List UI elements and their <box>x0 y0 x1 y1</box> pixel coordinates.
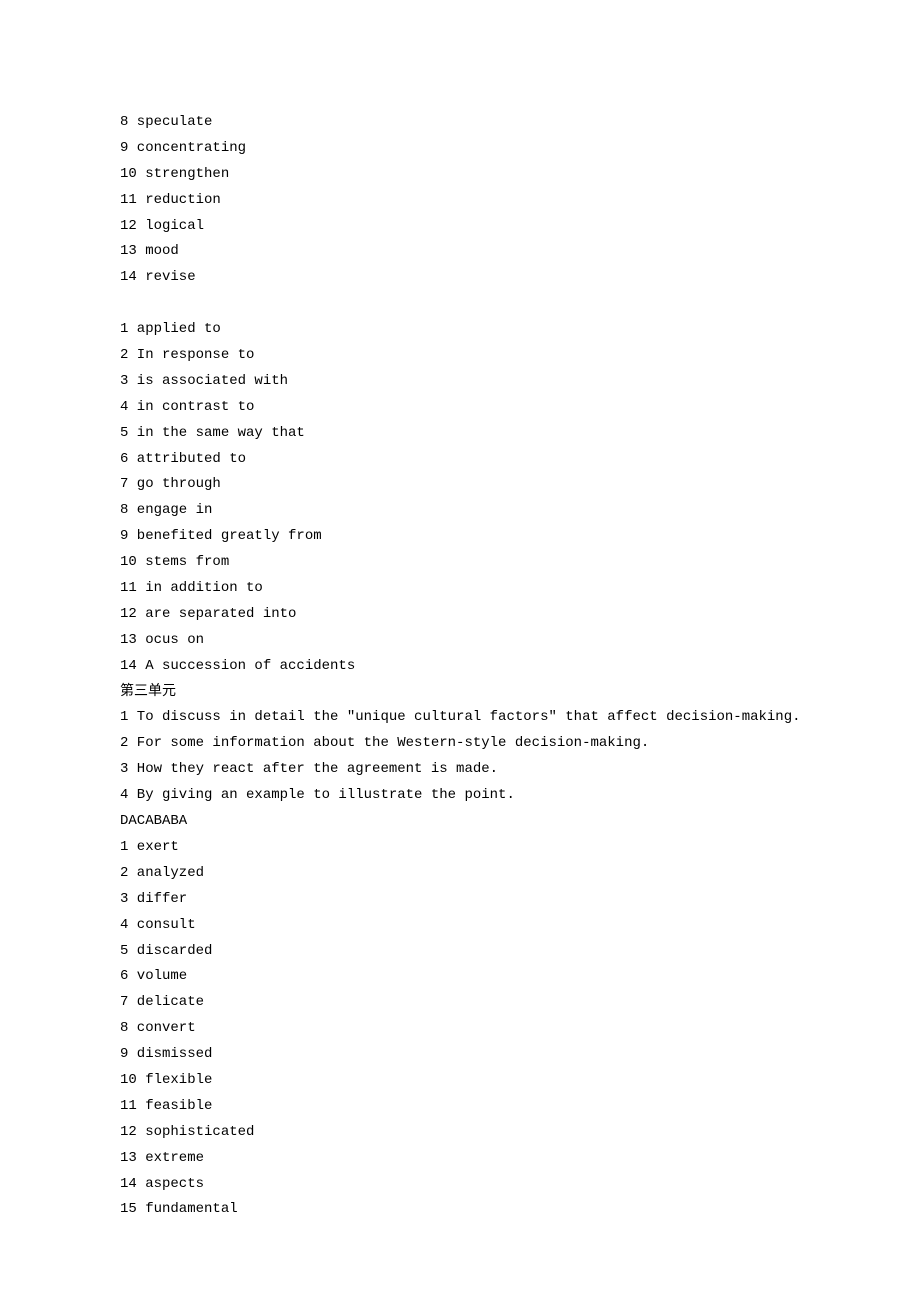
list-item: 7 delicate <box>120 990 800 1016</box>
list-item: 3 differ <box>120 887 800 913</box>
list-item: 6 attributed to <box>120 447 800 473</box>
blank-line <box>120 291 800 317</box>
list-item: 13 mood <box>120 239 800 265</box>
list-item: 5 in the same way that <box>120 421 800 447</box>
list-item: 12 sophisticated <box>120 1120 800 1146</box>
list-item: 2 analyzed <box>120 861 800 887</box>
list-item: 13 extreme <box>120 1146 800 1172</box>
document-page: 8 speculate 9 concentrating 10 strengthe… <box>0 0 920 1223</box>
list-item: 14 aspects <box>120 1172 800 1198</box>
list-item: 1 exert <box>120 835 800 861</box>
list-item: 4 consult <box>120 913 800 939</box>
list-item: 8 speculate <box>120 110 800 136</box>
list-item: 10 strengthen <box>120 162 800 188</box>
list-item: 11 in addition to <box>120 576 800 602</box>
list-item: 9 dismissed <box>120 1042 800 1068</box>
list-item: 12 are separated into <box>120 602 800 628</box>
list-item: 4 By giving an example to illustrate the… <box>120 783 800 809</box>
list-item: 2 In response to <box>120 343 800 369</box>
unit-heading: 第三单元 <box>120 680 800 706</box>
list-item: 8 engage in <box>120 498 800 524</box>
list-item: 11 feasible <box>120 1094 800 1120</box>
list-item: 1 applied to <box>120 317 800 343</box>
list-item: 11 reduction <box>120 188 800 214</box>
list-item: 15 fundamental <box>120 1197 800 1223</box>
list-item: 12 logical <box>120 214 800 240</box>
list-item: 6 volume <box>120 964 800 990</box>
list-item: 5 discarded <box>120 939 800 965</box>
list-item: 9 benefited greatly from <box>120 524 800 550</box>
list-item: 7 go through <box>120 472 800 498</box>
list-item: 14 A succession of accidents <box>120 654 800 680</box>
list-item: 13 ocus on <box>120 628 800 654</box>
list-item: 14 revise <box>120 265 800 291</box>
list-item: 3 is associated with <box>120 369 800 395</box>
list-item: 10 stems from <box>120 550 800 576</box>
answer-code: DACABABA <box>120 809 800 835</box>
list-item: 10 flexible <box>120 1068 800 1094</box>
list-item: 8 convert <box>120 1016 800 1042</box>
list-item: 3 How they react after the agreement is … <box>120 757 800 783</box>
list-item: 1 To discuss in detail the "unique cultu… <box>120 705 800 731</box>
list-item: 9 concentrating <box>120 136 800 162</box>
list-item: 2 For some information about the Western… <box>120 731 800 757</box>
list-item: 4 in contrast to <box>120 395 800 421</box>
